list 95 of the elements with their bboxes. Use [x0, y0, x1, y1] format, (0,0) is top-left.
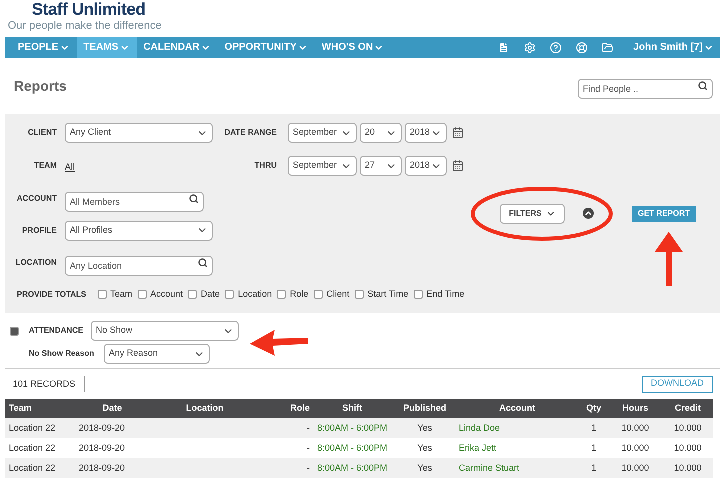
table-cell: 1: [591, 463, 596, 473]
filters-button[interactable]: FILTERS: [500, 204, 565, 224]
field-label: LOCATION: [16, 256, 57, 268]
help-icon[interactable]: [550, 42, 562, 54]
find-people-field[interactable]: Find People ..: [578, 79, 713, 99]
checkbox[interactable]: [138, 290, 147, 299]
arrow-annotation: [250, 330, 308, 356]
table-cell: Erika Jett: [459, 443, 497, 453]
column-header[interactable]: Shift: [342, 403, 362, 413]
search-icon: [189, 194, 199, 204]
record-count: 101 RECORDS: [5, 376, 85, 392]
calendar-icon[interactable]: [452, 160, 464, 172]
reason-label: No Show Reason: [29, 348, 96, 360]
checkbox[interactable]: [10, 326, 19, 336]
folder-icon[interactable]: [602, 42, 614, 54]
checkbox-label: End Time: [426, 288, 465, 301]
attendance-label: ATTENDANCE: [29, 325, 85, 337]
checkbox-label: Account: [150, 288, 184, 301]
table-cell: 8:00AM - 6:00PM: [317, 423, 388, 433]
checkbox-label: Date: [201, 288, 220, 301]
brand-tagline: Our people make the difference: [8, 20, 163, 33]
table-cell: -: [307, 443, 310, 453]
column-header[interactable]: Team: [9, 403, 32, 413]
checkbox[interactable]: [225, 290, 234, 299]
field-label: DATE RANGE: [224, 127, 277, 139]
table-cell: Carmine Stuart: [459, 463, 520, 473]
field-label: PROFILE: [22, 224, 57, 236]
checkbox-label: Start Time: [368, 288, 409, 301]
checkbox-label: Team: [110, 288, 133, 301]
field-label: CLIENT: [28, 127, 57, 139]
field-label: THRU: [254, 160, 277, 172]
column-header[interactable]: Hours: [622, 403, 648, 413]
table-cell: Yes: [418, 423, 432, 433]
checkbox[interactable]: [98, 290, 106, 299]
table-cell: 2018-09-20: [79, 463, 126, 473]
month-select[interactable]: September: [288, 156, 357, 176]
column-header[interactable]: Published: [403, 403, 446, 413]
search-icon: [198, 258, 208, 268]
column-header[interactable]: Date: [102, 403, 122, 413]
table-cell: Location 22: [9, 423, 56, 433]
month-select[interactable]: September: [288, 123, 357, 143]
settings-icon[interactable]: [524, 42, 536, 54]
field-label: TEAM: [34, 160, 57, 172]
brand-title: Staff Unlimited: [32, 0, 147, 20]
checkbox[interactable]: [354, 290, 364, 299]
year-select[interactable]: 2018: [405, 123, 447, 143]
profile-select[interactable]: All Profiles: [65, 220, 213, 240]
year-select[interactable]: 2018: [405, 156, 447, 176]
account-field[interactable]: All Members: [65, 192, 204, 212]
arrow-annotation: [655, 232, 683, 286]
search-icon: [698, 81, 708, 91]
table-cell: Yes: [418, 443, 432, 453]
checkbox-label: Role: [290, 288, 309, 301]
table-cell: 10.000: [674, 463, 702, 473]
checkbox-label: Client: [326, 288, 350, 301]
column-header[interactable]: Credit: [674, 403, 701, 413]
table-cell: Linda Doe: [459, 423, 500, 433]
table-cell: 10.000: [674, 443, 702, 453]
table-cell: 8:00AM - 6:00PM: [317, 463, 388, 473]
table-cell: 1: [591, 423, 596, 433]
table-cell: 2018-09-20: [79, 423, 126, 433]
checkbox[interactable]: [314, 290, 323, 299]
client-select[interactable]: Any Client: [65, 123, 213, 143]
checkbox[interactable]: [188, 290, 198, 299]
table-cell: 10.000: [622, 463, 650, 473]
table-cell: 10.000: [622, 423, 650, 433]
page-title: Reports: [14, 76, 67, 96]
table-cell: Yes: [418, 463, 432, 473]
table-cell: 10.000: [674, 423, 702, 433]
attendance-select[interactable]: No Show: [91, 321, 239, 341]
checkbox[interactable]: [277, 290, 286, 299]
table-cell: Location 22: [9, 443, 56, 453]
table-cell: -: [307, 423, 310, 433]
day-select[interactable]: 20: [360, 123, 402, 143]
lifebuoy-icon[interactable]: [576, 42, 588, 54]
field-label: ACCOUNT: [17, 192, 57, 204]
column-header[interactable]: Location: [186, 403, 224, 413]
table-cell: 2018-09-20: [79, 443, 126, 453]
team-link[interactable]: All: [65, 162, 76, 172]
calendar-icon[interactable]: [452, 127, 464, 139]
column-header[interactable]: Qty: [586, 403, 602, 413]
reason-select[interactable]: Any Reason: [104, 344, 210, 364]
table-cell: -: [307, 463, 310, 473]
checkbox-label: Location: [238, 288, 272, 301]
column-header[interactable]: Role: [290, 403, 310, 413]
checkbox[interactable]: [414, 290, 423, 299]
table-cell: 1: [591, 443, 596, 453]
table-cell: Location 22: [9, 463, 56, 473]
document-icon[interactable]: [498, 42, 510, 54]
day-select[interactable]: 27: [360, 156, 402, 176]
totals-label: PROVIDE TOTALS: [17, 288, 86, 300]
table-cell: 8:00AM - 6:00PM: [317, 443, 388, 453]
column-header[interactable]: Account: [500, 403, 536, 413]
location-field[interactable]: Any Location: [65, 256, 213, 276]
table-cell: 10.000: [622, 443, 650, 453]
